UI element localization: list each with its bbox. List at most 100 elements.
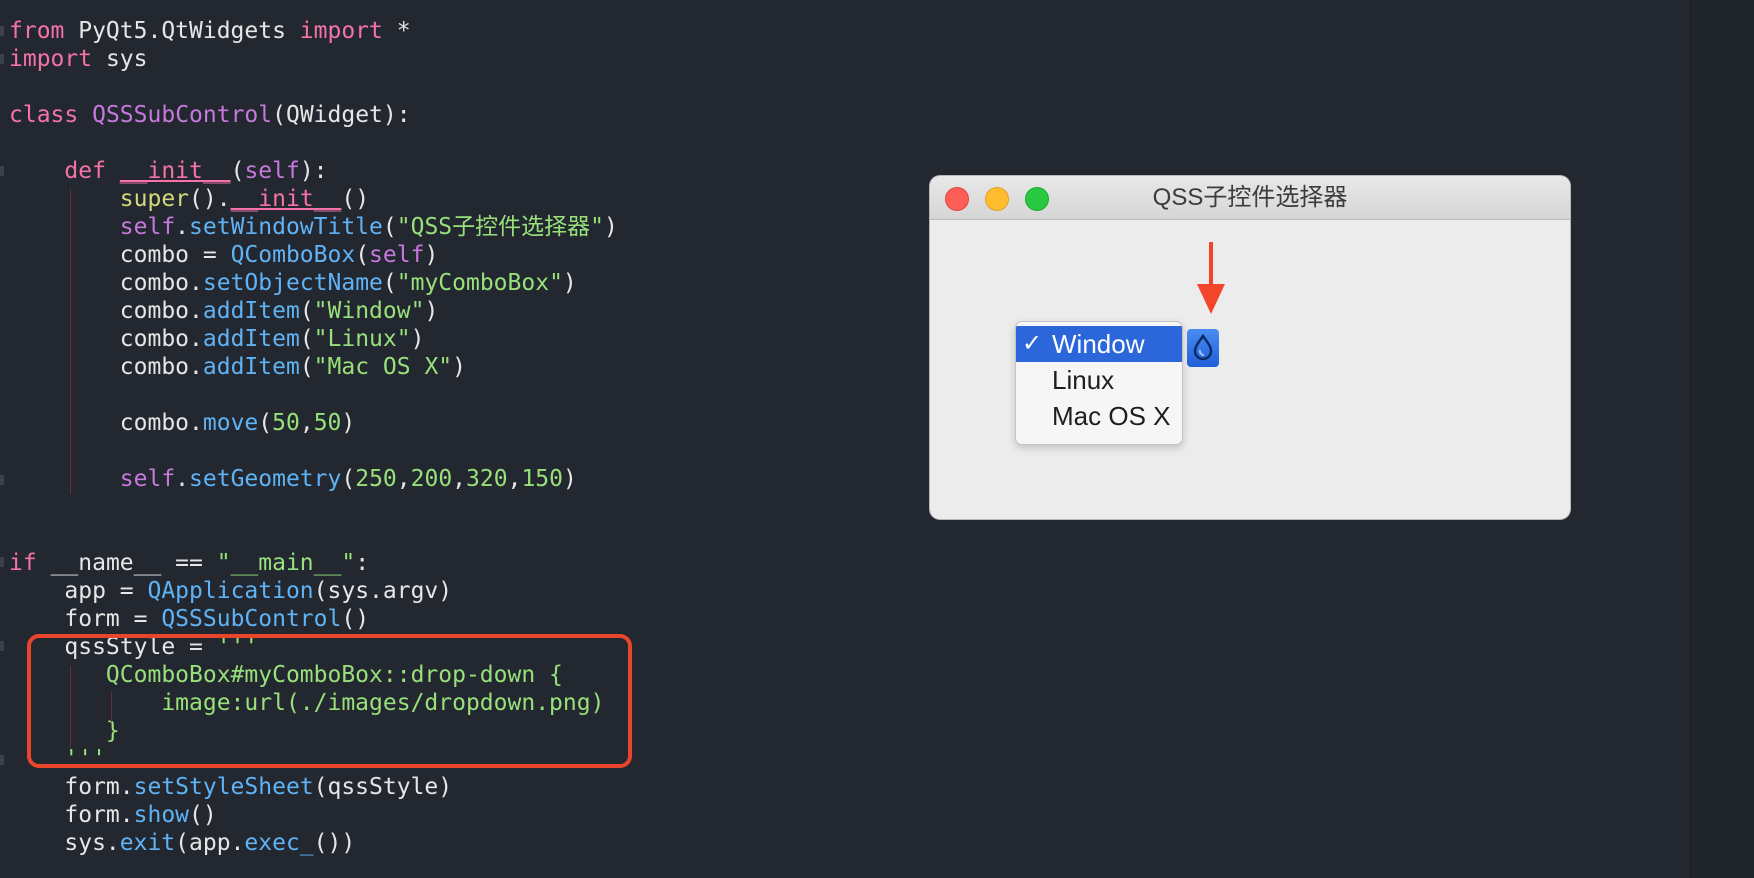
fold-marker[interactable]: [0, 557, 4, 567]
code-token: ,: [452, 466, 467, 492]
code-token: PyQt5.QtWidgets: [64, 18, 300, 44]
code-line[interactable]: self.setGeometry(250,200,320,150): [9, 465, 577, 493]
code-token: ): [424, 298, 439, 324]
code-line[interactable]: combo.addItem("Linux"): [9, 325, 425, 353]
code-token: combo.: [9, 270, 203, 296]
code-token: self: [119, 466, 176, 492]
code-token: "Window": [313, 298, 425, 324]
code-token: .: [175, 466, 190, 492]
code-token: from: [9, 18, 65, 44]
code-line[interactable]: combo.addItem("Window"): [9, 297, 439, 325]
code-token: :: [355, 550, 370, 576]
code-token: import: [9, 46, 93, 72]
fold-marker[interactable]: [0, 641, 4, 651]
combo-item-label: Window: [1052, 329, 1145, 359]
fold-marker[interactable]: [0, 166, 4, 176]
code-line[interactable]: combo.setObjectName("myComboBox"): [9, 269, 577, 297]
code-token: def: [64, 158, 106, 184]
combo-item-linux[interactable]: Linux: [1016, 362, 1182, 398]
code-token: (: [299, 298, 314, 324]
code-token: show: [133, 802, 190, 828]
code-line[interactable]: def __init__(self):: [9, 157, 328, 185]
code-token: (qssStyle): [313, 774, 453, 800]
code-token: 200: [410, 466, 453, 492]
code-token: 150: [521, 466, 563, 492]
fold-marker[interactable]: [0, 475, 4, 485]
combo-popup-list: ✓ Window Linux Mac OS X: [1015, 321, 1183, 445]
code-line[interactable]: sys.exit(app.exec_()): [9, 829, 355, 857]
fold-marker[interactable]: [0, 54, 4, 64]
highlight-annotation: [27, 634, 632, 768]
code-token: ): [410, 326, 425, 352]
code-token: ): [562, 270, 577, 296]
combo-dropdown-button[interactable]: [1187, 329, 1219, 367]
code-token: ,: [507, 466, 522, 492]
code-line[interactable]: import sys: [9, 45, 147, 73]
code-line[interactable]: super().__init__(): [9, 185, 369, 213]
code-token: 320: [466, 466, 508, 492]
code-token: __init__: [119, 158, 231, 184]
code-line[interactable]: form.setStyleSheet(qssStyle): [9, 773, 452, 801]
code-token: move: [202, 410, 259, 436]
code-line[interactable]: combo.move(50,50): [9, 409, 355, 437]
code-token: 250: [355, 466, 397, 492]
code-line[interactable]: from PyQt5.QtWidgets import *: [9, 17, 411, 45]
arrow-down-icon: [1197, 242, 1225, 314]
code-token: (): [189, 802, 217, 828]
code-token: (QWidget):: [272, 102, 411, 128]
code-token: setGeometry: [189, 466, 342, 492]
fold-marker[interactable]: [0, 755, 4, 765]
code-line[interactable]: form = QSSSubControl(): [9, 605, 369, 633]
code-token: exit: [119, 830, 176, 856]
code-token: ): [424, 242, 439, 268]
code-token: combo.: [9, 298, 203, 324]
code-token: app =: [9, 578, 148, 604]
code-token: (: [258, 410, 273, 436]
code-token: addItem: [202, 326, 300, 352]
code-line[interactable]: app = QApplication(sys.argv): [9, 577, 452, 605]
window-titlebar[interactable]: QSS子控件选择器: [930, 176, 1570, 220]
code-token: setStyleSheet: [133, 774, 314, 800]
code-token: ): [341, 410, 356, 436]
combo-item-label: Mac OS X: [1052, 401, 1171, 431]
code-token: "__main__": [216, 550, 356, 576]
combo-item-window[interactable]: ✓ Window: [1016, 326, 1182, 362]
code-token: (: [341, 466, 356, 492]
code-token: QSSSubControl: [161, 606, 342, 632]
code-token: ): [452, 354, 467, 380]
code-token: (app.: [175, 830, 245, 856]
code-token: ): [562, 466, 577, 492]
code-token: addItem: [202, 298, 300, 324]
code-line[interactable]: class QSSSubControl(QWidget):: [9, 101, 411, 129]
code-token: (: [230, 158, 245, 184]
code-line[interactable]: form.show(): [9, 801, 217, 829]
code-token: exec_: [244, 830, 314, 856]
code-line[interactable]: self.setWindowTitle("QSS子控件选择器"): [9, 213, 618, 241]
code-token: combo.: [9, 410, 203, 436]
code-token: class: [9, 102, 79, 128]
checkmark-icon: ✓: [1022, 330, 1043, 357]
code-token: sys: [92, 46, 148, 72]
code-token: __name__ ==: [36, 550, 217, 576]
code-line[interactable]: if __name__ == "__main__":: [9, 549, 369, 577]
combo-item-macosx[interactable]: Mac OS X: [1016, 398, 1182, 434]
combo-item-label: Linux: [1052, 365, 1115, 395]
code-line[interactable]: combo = QComboBox(self): [9, 241, 439, 269]
code-token: QApplication: [147, 578, 314, 604]
code-token: ,: [299, 410, 314, 436]
code-token: QSSSubControl: [92, 102, 273, 128]
code-token: "Linux": [313, 326, 411, 352]
code-line[interactable]: combo.addItem("Mac OS X"): [9, 353, 466, 381]
code-token: form.: [9, 802, 134, 828]
code-token: form =: [9, 606, 162, 632]
app-window: QSS子控件选择器 ✓ Window Linux Mac OS X: [930, 176, 1570, 519]
fold-marker[interactable]: [0, 26, 4, 36]
code-token: QComboBox: [230, 242, 356, 268]
code-token: combo.: [9, 326, 203, 352]
code-token: (: [299, 326, 314, 352]
editor-minimap[interactable]: [1690, 0, 1754, 878]
code-token: ):: [299, 158, 328, 184]
